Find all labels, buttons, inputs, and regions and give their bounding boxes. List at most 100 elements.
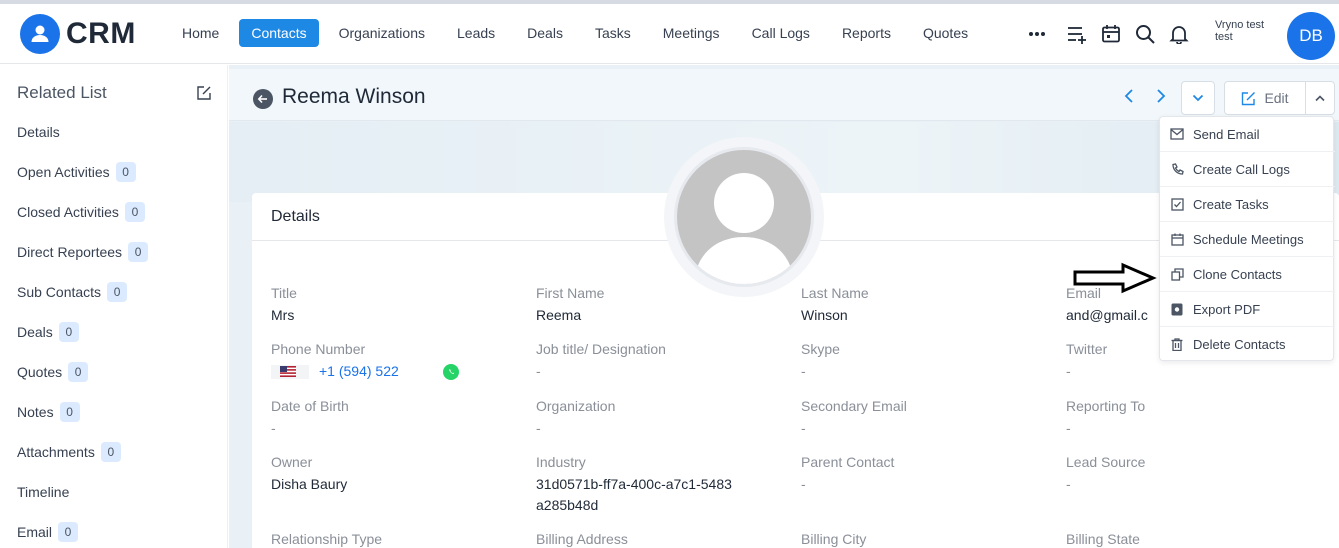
menu-item-label: Delete Contacts — [1193, 337, 1286, 352]
sidebar-item-label: Details — [17, 124, 60, 140]
sidebar-item-attachments[interactable]: Attachments 0 — [17, 442, 121, 462]
back-arrow-icon[interactable] — [253, 89, 273, 109]
field-date-of-birth: Date of Birth - — [271, 397, 511, 439]
field-label: Reporting To — [1066, 398, 1146, 414]
search-icon[interactable] — [1133, 22, 1157, 46]
nav-reports[interactable]: Reports — [830, 19, 903, 47]
next-record-icon[interactable] — [1155, 88, 1167, 109]
field-billing-city: Billing City — [801, 530, 1041, 548]
calendar-icon — [1170, 232, 1184, 246]
copy-icon — [1170, 267, 1184, 281]
menu-clone-contacts[interactable]: Clone Contacts — [1160, 257, 1335, 292]
default-avatar-icon — [674, 147, 814, 287]
sidebar-item-label: Open Activities — [17, 164, 110, 180]
user-name[interactable]: Vryno test test — [1215, 19, 1264, 43]
app-logo[interactable]: CRM — [20, 14, 136, 54]
field-label: Parent Contact — [801, 454, 895, 470]
field-value: - — [801, 476, 806, 492]
field-value: 31d0571b-ff7a-400c-a7c1-5483a285b48d — [536, 476, 732, 513]
sidebar-item-timeline[interactable]: Timeline — [17, 484, 69, 500]
field-parent-contact: Parent Contact - — [801, 453, 1041, 495]
field-label: Relationship Type — [271, 531, 383, 547]
field-label: Secondary Email — [801, 398, 907, 414]
more-icon[interactable] — [1025, 22, 1049, 46]
field-secondary-email: Secondary Email - — [801, 397, 1041, 439]
sidebar-item-quotes[interactable]: Quotes 0 — [17, 362, 89, 382]
menu-item-label: Create Tasks — [1193, 196, 1269, 212]
sidebar-item-details[interactable]: Details — [17, 124, 60, 140]
us-flag-icon — [271, 364, 309, 379]
sidebar-item-deals[interactable]: Deals 0 — [17, 322, 79, 342]
add-list-icon[interactable] — [1065, 22, 1089, 46]
sidebar-item-label: Email — [17, 524, 53, 540]
edit-icon — [1242, 91, 1256, 105]
menu-schedule-meetings[interactable]: Schedule Meetings — [1160, 222, 1335, 257]
field-label: Organization — [536, 398, 616, 414]
edit-button[interactable]: Edit — [1224, 81, 1306, 115]
menu-item-label: Export PDF — [1193, 301, 1261, 317]
nav-organizations[interactable]: Organizations — [327, 19, 437, 47]
field-label: Industry — [536, 454, 586, 470]
menu-export-pdf[interactable]: Export PDF — [1160, 292, 1335, 327]
previous-record-icon[interactable] — [1123, 88, 1135, 109]
sidebar-item-direct-reportees[interactable]: Direct Reportees 0 — [17, 242, 149, 262]
count-badge: 0 — [58, 522, 79, 542]
field-industry: Industry 31d0571b-ff7a-400c-a7c1-5483a28… — [536, 453, 736, 516]
calendar-icon[interactable] — [1099, 22, 1123, 46]
nav-leads[interactable]: Leads — [445, 19, 507, 47]
user-name-line1: Vryno test — [1215, 19, 1265, 31]
nav-call-logs[interactable]: Call Logs — [740, 19, 822, 47]
nav-quotes[interactable]: Quotes — [911, 19, 980, 47]
menu-send-email[interactable]: Send Email — [1160, 117, 1335, 152]
nav-meetings[interactable]: Meetings — [651, 19, 732, 47]
count-badge: 0 — [124, 202, 145, 222]
phone-icon — [1170, 162, 1184, 176]
sidebar-item-closed-activities[interactable]: Closed Activities 0 — [17, 202, 145, 222]
menu-create-tasks[interactable]: Create Tasks — [1160, 187, 1335, 222]
field-job-title: Job title/ Designation - — [536, 340, 776, 382]
sidebar-item-notes[interactable]: Notes 0 — [17, 402, 80, 422]
whatsapp-icon[interactable] — [442, 363, 459, 380]
field-relationship-type: Relationship Type — [271, 530, 511, 548]
field-value: - — [271, 420, 276, 436]
field-value: - — [801, 363, 806, 379]
nav-home[interactable]: Home — [170, 19, 231, 47]
menu-item-label: Schedule Meetings — [1193, 231, 1304, 247]
menu-delete-contacts[interactable]: Delete Contacts — [1160, 327, 1335, 362]
record-header: Reema Winson Edit — [229, 69, 1339, 121]
field-reporting-to: Reporting To - — [1066, 397, 1306, 439]
avatar[interactable]: DB — [1287, 12, 1335, 60]
sidebar-item-sub-contacts[interactable]: Sub Contacts 0 — [17, 282, 128, 302]
nav-deals[interactable]: Deals — [515, 19, 575, 47]
field-billing-state: Billing State — [1066, 530, 1306, 548]
nav-tasks[interactable]: Tasks — [583, 19, 643, 47]
phone-link[interactable]: +1 (594) 522 — [319, 361, 399, 382]
field-label: Title — [271, 285, 297, 301]
sidebar-item-label: Timeline — [17, 484, 70, 500]
field-label: Skype — [801, 341, 840, 357]
trash-icon — [1170, 338, 1184, 352]
edit-label: Edit — [1264, 90, 1289, 106]
sidebar-item-label: Direct Reportees — [17, 244, 123, 260]
menu-create-call-logs[interactable]: Create Call Logs — [1160, 152, 1335, 187]
field-value: - — [1066, 476, 1071, 492]
profile-picture[interactable] — [664, 137, 824, 297]
field-label: Owner — [271, 454, 313, 470]
sidebar-title: Related List — [17, 83, 107, 102]
edit-list-icon[interactable] — [197, 86, 211, 105]
sidebar-item-label: Closed Activities — [17, 204, 119, 220]
nav-contacts[interactable]: Contacts — [239, 19, 319, 47]
record-options-button[interactable] — [1181, 81, 1215, 115]
count-badge: 0 — [68, 362, 89, 382]
field-value: - — [536, 363, 541, 379]
field-label: Phone Number — [271, 341, 366, 357]
sidebar-item-open-activities[interactable]: Open Activities 0 — [17, 162, 136, 182]
field-value: Mrs — [271, 307, 295, 323]
count-badge: 0 — [107, 282, 128, 302]
bell-icon[interactable] — [1167, 22, 1191, 46]
field-label: Billing Address — [536, 531, 628, 547]
chevron-down-icon — [1192, 94, 1204, 102]
field-label: Date of Birth — [271, 398, 349, 414]
sidebar-item-email[interactable]: Email 0 — [17, 522, 79, 542]
edit-menu-toggle[interactable] — [1305, 81, 1335, 115]
